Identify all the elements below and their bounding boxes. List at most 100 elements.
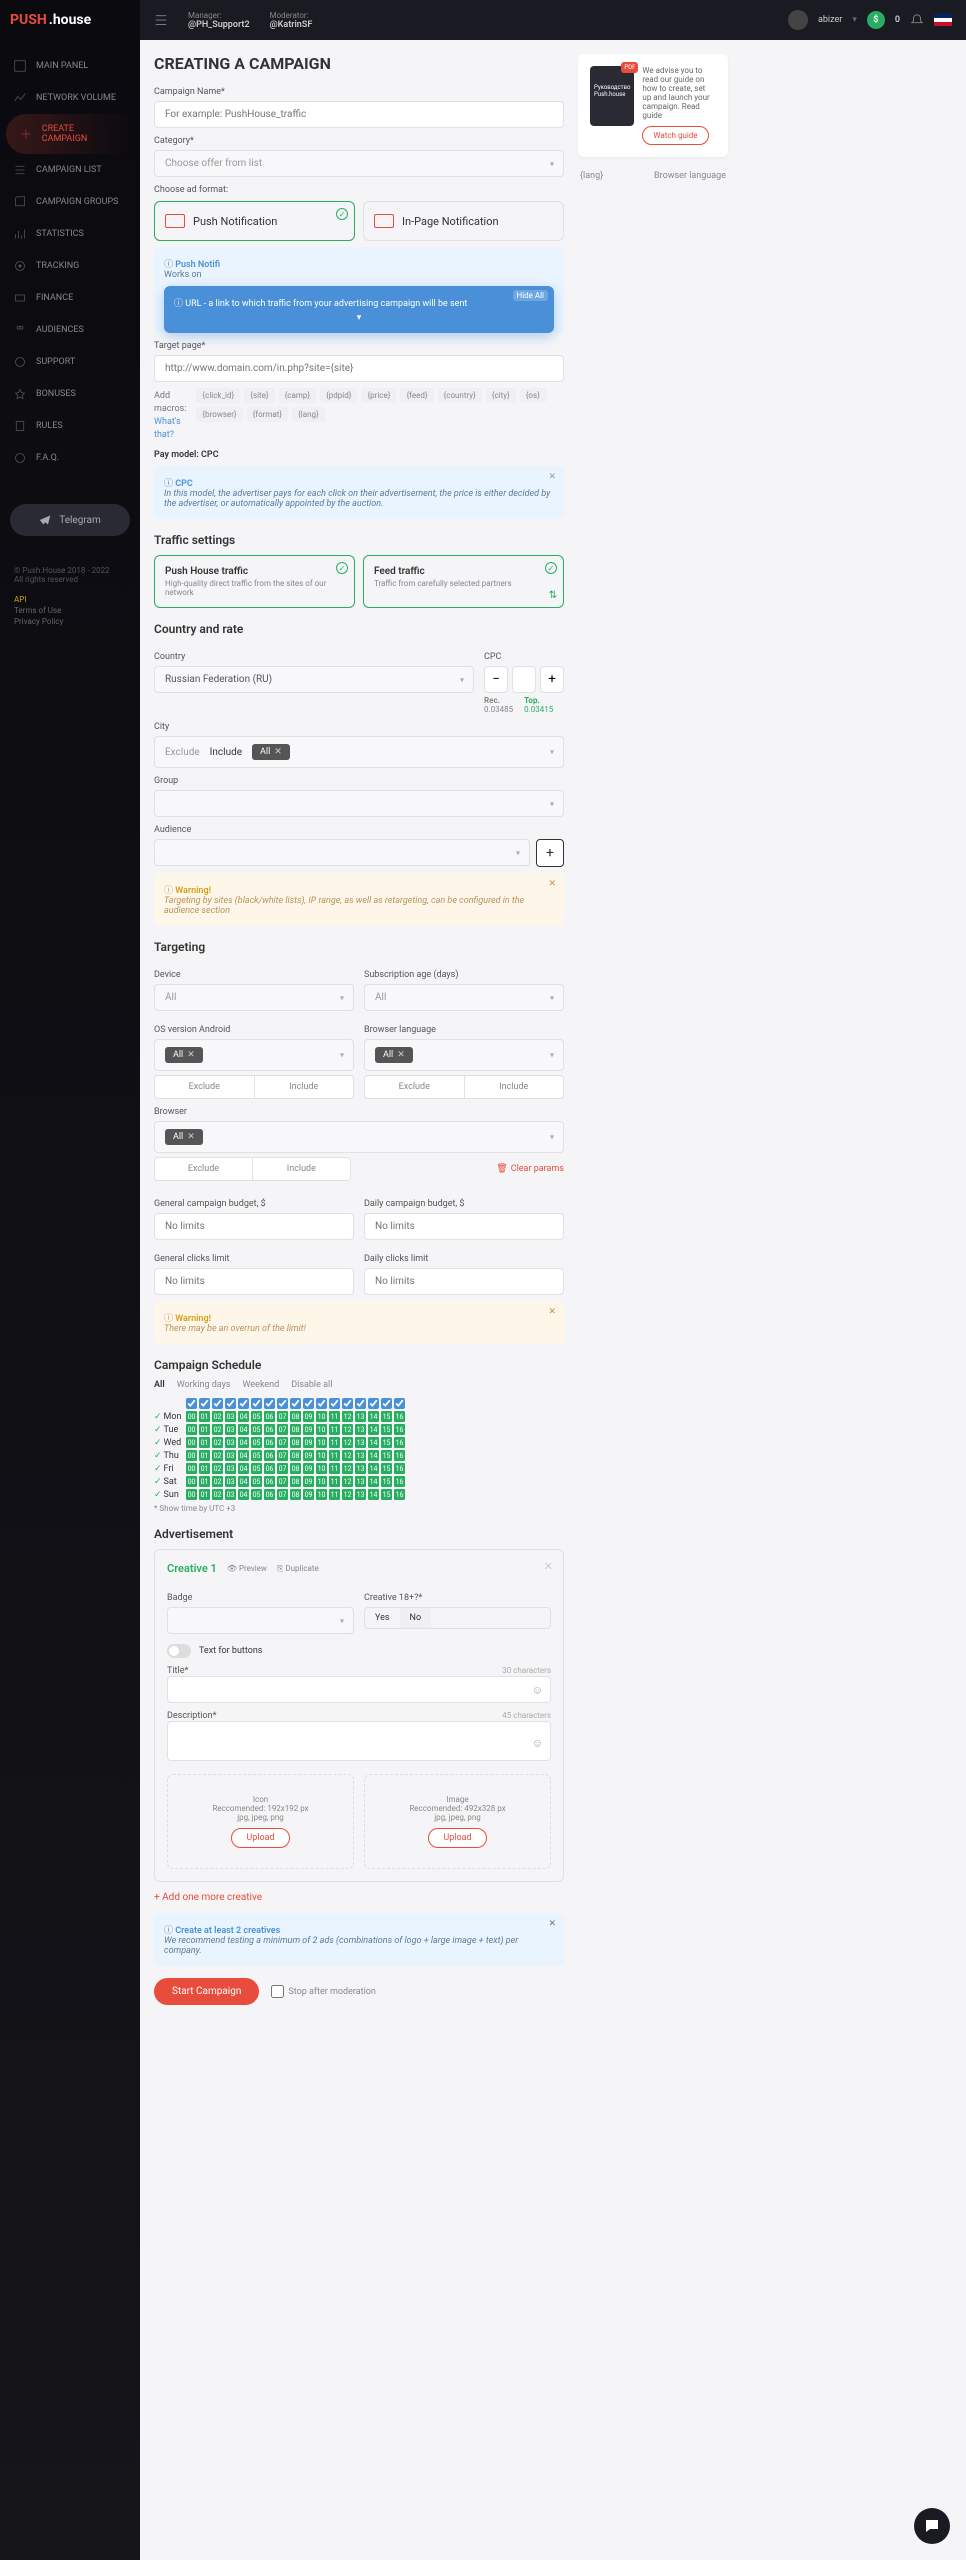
sched-hour-checkbox[interactable] bbox=[342, 1398, 353, 1409]
nav-network-volume[interactable]: NETWORK VOLUME bbox=[0, 82, 140, 114]
sched-hour-checkbox[interactable] bbox=[251, 1398, 262, 1409]
manager-handle[interactable]: @PH_Support2 bbox=[188, 20, 250, 30]
sched-cell[interactable]: 07 bbox=[277, 1437, 288, 1448]
nav-tracking[interactable]: TRACKING bbox=[0, 250, 140, 282]
sched-cell[interactable]: 09 bbox=[303, 1411, 314, 1422]
sched-cell[interactable]: 04 bbox=[238, 1411, 249, 1422]
stop-after-moderation[interactable]: Stop after moderation bbox=[271, 1985, 376, 1998]
nav-bonuses[interactable]: BONUSES bbox=[0, 378, 140, 410]
sched-cell[interactable]: 02 bbox=[212, 1424, 223, 1435]
sched-hour-checkbox[interactable] bbox=[316, 1398, 327, 1409]
sched-cell[interactable]: 01 bbox=[199, 1450, 210, 1461]
sched-cell[interactable]: 14 bbox=[368, 1450, 379, 1461]
logo[interactable]: PUSH.house bbox=[0, 0, 140, 40]
sched-cell[interactable]: 08 bbox=[290, 1411, 301, 1422]
sched-cell[interactable]: 12 bbox=[342, 1476, 353, 1487]
sched-cell[interactable]: 03 bbox=[225, 1437, 236, 1448]
sched-cell[interactable]: 06 bbox=[264, 1424, 275, 1435]
sched-cell[interactable]: 12 bbox=[342, 1424, 353, 1435]
macro-tag[interactable]: {city} bbox=[486, 388, 516, 403]
sched-cell[interactable]: 05 bbox=[251, 1489, 262, 1500]
sched-cell[interactable]: 03 bbox=[225, 1424, 236, 1435]
device-select[interactable]: All bbox=[154, 984, 354, 1011]
sched-cell[interactable]: 11 bbox=[329, 1476, 340, 1487]
browserlang-select[interactable]: All✕ bbox=[364, 1039, 564, 1071]
sched-cell[interactable]: 05 bbox=[251, 1437, 262, 1448]
badge-select[interactable] bbox=[167, 1607, 354, 1634]
sched-cell[interactable]: 16 bbox=[394, 1476, 405, 1487]
sched-cell[interactable]: 05 bbox=[251, 1411, 262, 1422]
creative-title-input[interactable] bbox=[167, 1676, 551, 1703]
sched-cell[interactable]: 00 bbox=[186, 1424, 197, 1435]
sched-cell[interactable]: 11 bbox=[329, 1463, 340, 1474]
osver-exclude[interactable]: Exclude bbox=[155, 1076, 255, 1098]
macro-tag[interactable]: {click_id} bbox=[196, 388, 240, 403]
sched-cell[interactable]: 08 bbox=[290, 1489, 301, 1500]
macro-tag[interactable]: {feed} bbox=[400, 388, 433, 403]
close-icon[interactable]: ✕ bbox=[548, 472, 556, 482]
close-icon[interactable]: ✕ bbox=[548, 879, 556, 889]
sched-cell[interactable]: 16 bbox=[394, 1411, 405, 1422]
sched-hour-checkbox[interactable] bbox=[290, 1398, 301, 1409]
sched-cell[interactable]: 16 bbox=[394, 1437, 405, 1448]
clear-params-button[interactable]: 🗑 Clear params bbox=[496, 1164, 564, 1174]
sched-cell[interactable]: 14 bbox=[368, 1424, 379, 1435]
cpc-plus-button[interactable]: + bbox=[540, 666, 564, 693]
sched-cell[interactable]: 06 bbox=[264, 1476, 275, 1487]
sched-cell[interactable]: 07 bbox=[277, 1476, 288, 1487]
macro-tag[interactable]: {country} bbox=[438, 388, 482, 403]
sched-day-label[interactable]: ✓ Sat bbox=[154, 1477, 184, 1487]
browserlang-exclude[interactable]: Exclude bbox=[365, 1076, 465, 1098]
add-creative-button[interactable]: + Add one more creative bbox=[154, 1892, 262, 1903]
sched-cell[interactable]: 07 bbox=[277, 1463, 288, 1474]
sched-cell[interactable]: 03 bbox=[225, 1411, 236, 1422]
sched-hour-checkbox[interactable] bbox=[381, 1398, 392, 1409]
sched-day-label[interactable]: ✓ Fri bbox=[154, 1464, 184, 1474]
user-dropdown-icon[interactable]: ▾ bbox=[852, 15, 857, 25]
hide-all-button[interactable]: Hide All bbox=[513, 290, 549, 301]
sched-cell[interactable]: 02 bbox=[212, 1411, 223, 1422]
sched-cell[interactable]: 01 bbox=[199, 1437, 210, 1448]
sched-day-label[interactable]: ✓ Sun bbox=[154, 1490, 184, 1500]
sched-hour-checkbox[interactable] bbox=[303, 1398, 314, 1409]
c18-no[interactable]: No bbox=[400, 1608, 432, 1628]
sched-cell[interactable]: 01 bbox=[199, 1489, 210, 1500]
sched-cell[interactable]: 07 bbox=[277, 1424, 288, 1435]
target-page-input[interactable] bbox=[154, 355, 564, 382]
city-all-tag[interactable]: All✕ bbox=[252, 744, 290, 760]
sched-cell[interactable]: 13 bbox=[355, 1463, 366, 1474]
sched-cell[interactable]: 06 bbox=[264, 1450, 275, 1461]
sched-cell[interactable]: 14 bbox=[368, 1476, 379, 1487]
close-icon[interactable]: ✕ bbox=[548, 1307, 556, 1317]
cpc-minus-button[interactable]: − bbox=[484, 666, 508, 693]
creative-desc-input[interactable] bbox=[167, 1721, 551, 1761]
browser-all-tag[interactable]: All✕ bbox=[165, 1129, 203, 1145]
api-link[interactable]: API bbox=[14, 595, 126, 604]
sched-hour-checkbox[interactable] bbox=[329, 1398, 340, 1409]
browser-include[interactable]: Include bbox=[253, 1158, 350, 1180]
sched-hour-checkbox[interactable] bbox=[355, 1398, 366, 1409]
feed-traffic-card[interactable]: ✓ Feed traffic Traffic from carefully se… bbox=[363, 555, 564, 608]
close-icon[interactable]: ✕ bbox=[548, 1919, 556, 1929]
sched-tab-weekend[interactable]: Weekend bbox=[243, 1380, 280, 1390]
sched-day-label[interactable]: ✓ Tue bbox=[154, 1425, 184, 1435]
push-notification-card[interactable]: Push Notification ✓ bbox=[154, 201, 355, 241]
sched-day-label[interactable]: ✓ Mon bbox=[154, 1412, 184, 1422]
sort-icon[interactable]: ⇅ bbox=[549, 590, 557, 601]
sched-cell[interactable]: 08 bbox=[290, 1437, 301, 1448]
subage-select[interactable]: All bbox=[364, 984, 564, 1011]
macro-tag[interactable]: {camp} bbox=[279, 388, 316, 403]
sched-cell[interactable]: 15 bbox=[381, 1424, 392, 1435]
sched-cell[interactable]: 02 bbox=[212, 1437, 223, 1448]
sched-cell[interactable]: 13 bbox=[355, 1476, 366, 1487]
sched-cell[interactable]: 15 bbox=[381, 1463, 392, 1474]
sched-cell[interactable]: 05 bbox=[251, 1450, 262, 1461]
cpc-input[interactable] bbox=[512, 666, 536, 693]
sched-cell[interactable]: 10 bbox=[316, 1437, 327, 1448]
sched-cell[interactable]: 14 bbox=[368, 1411, 379, 1422]
nav-audiences[interactable]: AUDIENCES bbox=[0, 314, 140, 346]
sched-cell[interactable]: 15 bbox=[381, 1411, 392, 1422]
close-creative-icon[interactable]: ✕ bbox=[544, 1560, 553, 1573]
add-audience-button[interactable]: + bbox=[536, 839, 564, 867]
sched-cell[interactable]: 08 bbox=[290, 1424, 301, 1435]
